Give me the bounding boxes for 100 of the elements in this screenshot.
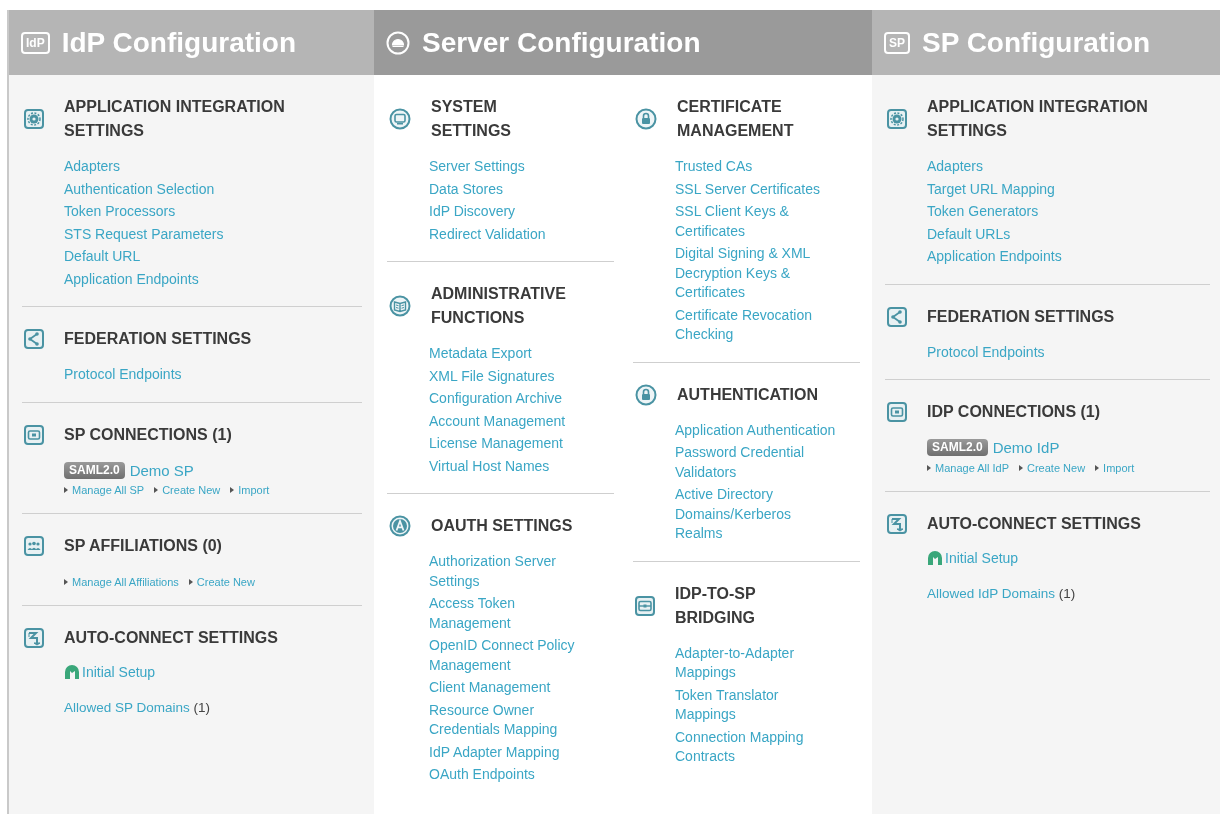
section-title: AUTO-CONNECT SETTINGS <box>927 513 1141 534</box>
nav-link[interactable]: Trusted CAs <box>675 157 860 177</box>
book-icon <box>389 295 411 317</box>
action-link[interactable]: Create New <box>188 576 255 588</box>
nav-link[interactable]: Target URL Mapping <box>927 179 1210 199</box>
action-link[interactable]: Manage All Affiliations <box>64 576 179 588</box>
nav-link[interactable]: Default URL <box>64 247 362 267</box>
nav-link[interactable]: Default URLs <box>927 224 1210 244</box>
domains-link[interactable]: Allowed IdP Domains <box>927 585 1056 601</box>
nav-link[interactable]: Authorization Server Settings <box>429 552 614 591</box>
protocol-badge: SAML2.0 <box>64 461 125 479</box>
nav-link[interactable]: Account Management <box>429 411 614 431</box>
gear-icon <box>24 109 44 129</box>
caret-icon <box>230 487 235 493</box>
section-title: AUTHENTICATION <box>677 384 819 405</box>
nav-link[interactable]: Certificate Revocation Checking <box>675 305 860 345</box>
protocol-badge: SAML2.0 <box>927 439 988 457</box>
connection-link[interactable]: Demo IdP <box>992 438 1060 458</box>
section-title: SYSTEM SETTINGS <box>431 97 511 141</box>
caret-icon <box>1095 464 1100 471</box>
nav-link[interactable]: IdP Adapter Mapping <box>429 742 614 762</box>
nav-link[interactable]: STS Request Parameters <box>64 224 362 244</box>
oauth-icon <box>389 515 411 537</box>
domain-count: (1) <box>1058 585 1076 601</box>
nav-link[interactable]: Password Credential Validators <box>675 443 860 482</box>
section-title: OAUTH SETTINGS <box>431 516 573 536</box>
nav-link[interactable]: Application Authentication <box>675 420 860 440</box>
nav-link[interactable]: Authentication Selection <box>64 179 362 199</box>
nav-link[interactable]: Protocol Endpoints <box>927 342 1210 362</box>
panel-title: Server Configuration <box>422 26 701 59</box>
action-link[interactable]: Create New <box>154 484 221 496</box>
nav-link[interactable]: Data Stores <box>429 179 614 199</box>
section-title: APPLICATION INTEGRATION SETTINGS <box>927 97 1148 141</box>
domain-count: (1) <box>193 700 211 715</box>
lock-icon <box>635 383 657 406</box>
panel-title: SP Configuration <box>922 26 1151 59</box>
nav-link[interactable]: License Management <box>429 434 614 454</box>
nav-link[interactable]: Application Endpoints <box>927 247 1210 267</box>
step-icon <box>64 664 80 680</box>
panel-badge: SP <box>884 31 910 54</box>
nav-link[interactable]: Adapter-to-Adapter Mappings <box>675 643 860 683</box>
arrows-icon <box>887 513 907 534</box>
nav-link[interactable]: Adapters <box>64 157 362 177</box>
section-title: AUTO-CONNECT SETTINGS <box>64 628 278 648</box>
share-icon <box>887 306 907 327</box>
nav-link[interactable]: OpenID Connect Policy Management <box>429 636 614 675</box>
section-title: CERTIFICATE MANAGEMENT <box>677 97 794 141</box>
lock-icon <box>635 108 657 130</box>
caret-icon <box>1019 464 1023 471</box>
nav-link[interactable]: Access Token Management <box>429 594 614 633</box>
section-title: ADMINISTRATIVE FUNCTIONS <box>431 284 566 328</box>
section-title: IDP CONNECTIONS (1) <box>927 402 1101 422</box>
panel-badge: IdP <box>21 31 50 54</box>
nav-link[interactable]: Protocol Endpoints <box>64 365 362 385</box>
nav-link[interactable]: Client Management <box>429 678 614 698</box>
section-title: FEDERATION SETTINGS <box>927 306 1115 327</box>
setup-link[interactable]: Initial Setup <box>64 664 156 680</box>
connection-icon <box>24 424 44 445</box>
action-link[interactable]: Create New <box>1019 461 1086 474</box>
caret-icon <box>64 579 68 585</box>
section-title: APPLICATION INTEGRATION SETTINGS <box>64 97 285 141</box>
nav-link[interactable]: Virtual Host Names <box>429 456 614 476</box>
nav-link[interactable]: XML File Signatures <box>429 366 614 386</box>
action-link[interactable]: Manage All SP <box>64 484 145 496</box>
action-link[interactable]: Manage All IdP <box>927 461 1009 474</box>
nav-link[interactable]: IdP Discovery <box>429 202 614 222</box>
nav-link[interactable]: Metadata Export <box>429 344 614 364</box>
server-icon <box>386 30 410 55</box>
nav-link[interactable]: Active Directory Domains/Kerberos Realms <box>675 485 860 544</box>
caret-icon <box>188 579 193 585</box>
section-title: IDP-TO-SP BRIDGING <box>675 583 756 628</box>
domains-link[interactable]: Allowed SP Domains <box>64 700 190 715</box>
arrows-icon <box>24 628 44 648</box>
nav-link[interactable]: SSL Server Certificates <box>675 179 860 199</box>
nav-link[interactable]: Adapters <box>927 157 1210 177</box>
nav-link[interactable]: Token Generators <box>927 202 1210 222</box>
panel-title: IdP Configuration <box>61 26 297 59</box>
nav-link[interactable]: Configuration Archive <box>429 389 614 409</box>
nav-link[interactable]: Redirect Validation <box>429 224 614 244</box>
nav-link[interactable]: SSL Client Keys & Certificates <box>675 202 860 241</box>
gear-icon <box>887 109 907 129</box>
action-link[interactable]: Import <box>230 484 270 496</box>
nav-link[interactable]: Token Processors <box>64 202 362 222</box>
nav-link[interactable]: Token Translator Mappings <box>675 685 860 725</box>
nav-link[interactable]: Application Endpoints <box>64 269 362 289</box>
connection-link[interactable]: Demo SP <box>129 460 194 480</box>
section-title: SP AFFILIATIONS (0) <box>64 536 222 556</box>
nav-link[interactable]: Server Settings <box>429 157 614 177</box>
step-icon <box>927 549 943 566</box>
setup-link[interactable]: Initial Setup <box>927 549 1019 566</box>
caret-icon <box>154 487 159 493</box>
nav-link[interactable]: Resource Owner Credentials Mapping <box>429 700 614 740</box>
monitor-icon <box>389 108 411 130</box>
action-link[interactable]: Import <box>1095 461 1135 474</box>
section-title: FEDERATION SETTINGS <box>64 329 252 349</box>
bridge-icon <box>635 595 655 616</box>
nav-link[interactable]: OAuth Endpoints <box>429 765 614 785</box>
caret-icon <box>927 464 931 471</box>
nav-link[interactable]: Connection Mapping Contracts <box>675 727 860 767</box>
nav-link[interactable]: Digital Signing & XML Decryption Keys & Certificates <box>675 244 860 303</box>
